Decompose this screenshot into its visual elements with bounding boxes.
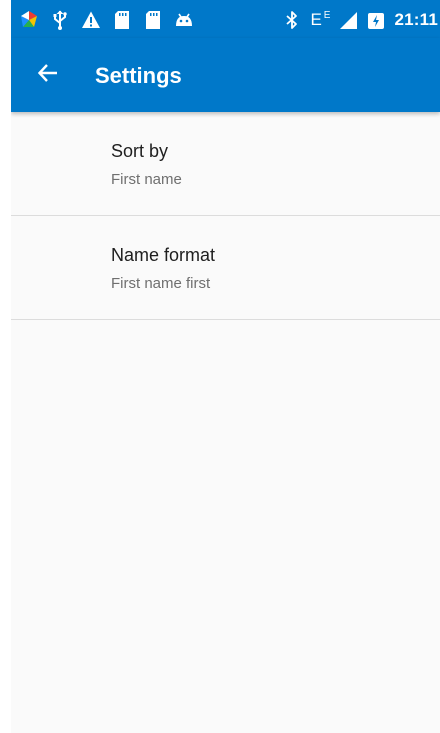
left-edge — [0, 0, 11, 733]
battery-icon — [366, 10, 386, 30]
settings-screen: EE 21:11 Settings Sort by First name Nam… — [11, 0, 440, 733]
sd-card-icon — [112, 10, 132, 30]
network-type-label: EE — [310, 10, 331, 29]
arrow-left-icon — [37, 62, 59, 89]
setting-item-name-format[interactable]: Name format First name first — [11, 216, 440, 320]
status-left-icons — [19, 9, 194, 31]
setting-title: Sort by — [111, 141, 169, 161]
signal-icon — [338, 10, 358, 30]
status-right-icons: EE 21:11 — [282, 9, 438, 31]
page-title: Settings — [95, 63, 182, 88]
status-time: 21:11 — [394, 10, 438, 29]
bluetooth-icon — [282, 10, 302, 30]
settings-list: Sort by First name Name format First nam… — [11, 112, 440, 320]
status-bar: EE 21:11 — [11, 0, 440, 38]
device-frame: EE 21:11 Settings Sort by First name Nam… — [0, 0, 440, 733]
sd-card-icon — [143, 10, 163, 30]
usb-icon — [50, 10, 70, 30]
app-icon — [19, 10, 39, 30]
warning-icon — [81, 10, 101, 30]
setting-title: Name format — [111, 245, 216, 265]
setting-summary: First name — [111, 171, 182, 188]
android-icon — [174, 10, 194, 30]
setting-item-sort-by[interactable]: Sort by First name — [11, 112, 440, 216]
app-bar: Settings — [11, 38, 440, 112]
back-button[interactable] — [33, 60, 63, 90]
setting-summary: First name first — [111, 275, 211, 292]
